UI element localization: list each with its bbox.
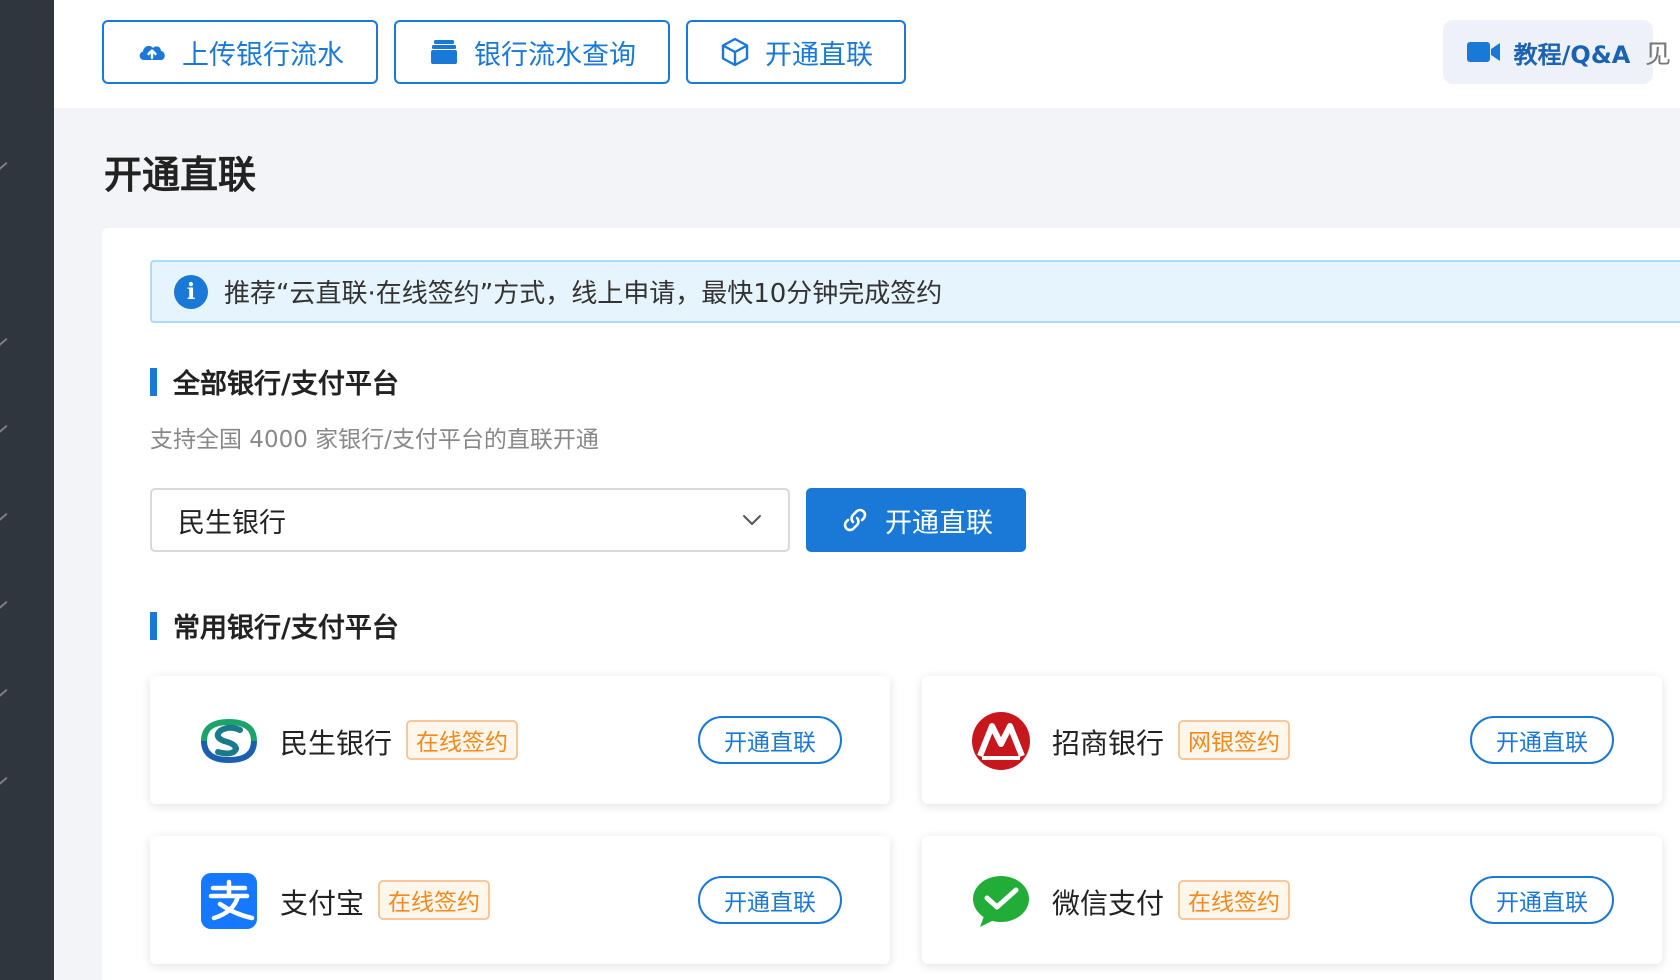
stack-icon: [431, 40, 457, 64]
upload-statement-label: 上传银行流水: [182, 39, 344, 71]
upload-statement-button[interactable]: 上传银行流水: [102, 20, 378, 84]
notice-text: 推荐“云直联·在线签约”方式，线上申请，最快10分钟完成签约: [224, 279, 943, 309]
top-toolbar: 上传银行流水 银行流水查询 开通直联 教程/Q&A 见: [54, 0, 1680, 108]
open-connection-label: 开通直联: [885, 507, 993, 539]
open-connection-alipay-button[interactable]: 开通直联: [698, 876, 842, 924]
sidebar-item-marker[interactable]: [0, 425, 8, 433]
bank-card-cmb: 招商银行 网银签约 开通直联: [922, 676, 1662, 804]
bank-name: 民生银行: [280, 727, 393, 760]
chevron-down-icon: [743, 515, 761, 525]
all-banks-heading: 全部银行/支付平台: [150, 362, 399, 401]
section-accent-bar: [150, 367, 157, 396]
cmbc-logo-icon: [201, 718, 257, 764]
bank-card-cmbc: 民生银行 在线签约 开通直联: [150, 676, 890, 804]
signing-tag: 在线签约: [378, 880, 490, 920]
wechat-pay-logo-icon: [973, 876, 1029, 927]
recommendation-notice: i 推荐“云直联·在线签约”方式，线上申请，最快10分钟完成签约: [150, 260, 1680, 323]
bank-name: 微信支付: [1052, 887, 1165, 920]
alipay-logo-icon: [201, 873, 257, 929]
common-banks-heading-text: 常用银行/支付平台: [173, 613, 399, 644]
sidebar-item-marker[interactable]: [0, 162, 8, 170]
bank-card-wechat-pay: 微信支付 在线签约 开通直联: [922, 836, 1662, 964]
bank-card-alipay: 支付宝 在线签约 开通直联: [150, 836, 890, 964]
all-banks-heading-text: 全部银行/支付平台: [173, 369, 399, 400]
open-connection-button[interactable]: 开通直联: [806, 488, 1026, 552]
sidebar-item-marker[interactable]: [0, 689, 8, 697]
tutorial-qa-label: 教程/Q&A: [1513, 40, 1631, 69]
open-connection-cmb-button[interactable]: 开通直联: [1470, 716, 1614, 764]
tutorial-qa-button[interactable]: 教程/Q&A: [1443, 20, 1653, 84]
section-accent-bar: [150, 611, 157, 640]
open-connection-wechat-pay-button[interactable]: 开通直联: [1470, 876, 1614, 924]
signing-tag: 在线签约: [1178, 880, 1290, 920]
bank-select[interactable]: 民生银行: [150, 488, 790, 552]
cloud-upload-icon: [139, 45, 165, 60]
open-connection-cmbc-button[interactable]: 开通直联: [698, 716, 842, 764]
bank-select-value: 民生银行: [178, 507, 286, 539]
info-icon: i: [174, 274, 208, 309]
cube-icon: [721, 37, 749, 67]
sidebar-item-marker[interactable]: [0, 601, 8, 609]
cmb-logo-icon: [972, 712, 1030, 770]
signing-tag: 在线签约: [406, 720, 518, 760]
link-icon: [843, 508, 867, 532]
page-title: 开通直联: [104, 153, 257, 197]
all-banks-subtitle: 支持全国 4000 家银行/支付平台的直联开通: [150, 427, 599, 453]
open-connection-tab-label: 开通直联: [765, 39, 873, 71]
sidebar-item-marker[interactable]: [0, 777, 8, 785]
signing-tag: 网银签约: [1178, 720, 1290, 760]
left-sidebar: [0, 0, 54, 980]
video-camera-icon: [1466, 42, 1500, 62]
common-banks-heading: 常用银行/支付平台: [150, 606, 399, 645]
truncated-toolbar-text[interactable]: 见: [1645, 34, 1671, 71]
open-connection-tab-button[interactable]: 开通直联: [686, 20, 906, 84]
bank-name: 招商银行: [1052, 727, 1165, 760]
sidebar-item-marker[interactable]: [0, 338, 8, 346]
statement-query-label: 银行流水查询: [474, 39, 636, 71]
sidebar-item-marker[interactable]: [0, 513, 8, 521]
statement-query-button[interactable]: 银行流水查询: [394, 20, 670, 84]
bank-name: 支付宝: [280, 887, 365, 920]
